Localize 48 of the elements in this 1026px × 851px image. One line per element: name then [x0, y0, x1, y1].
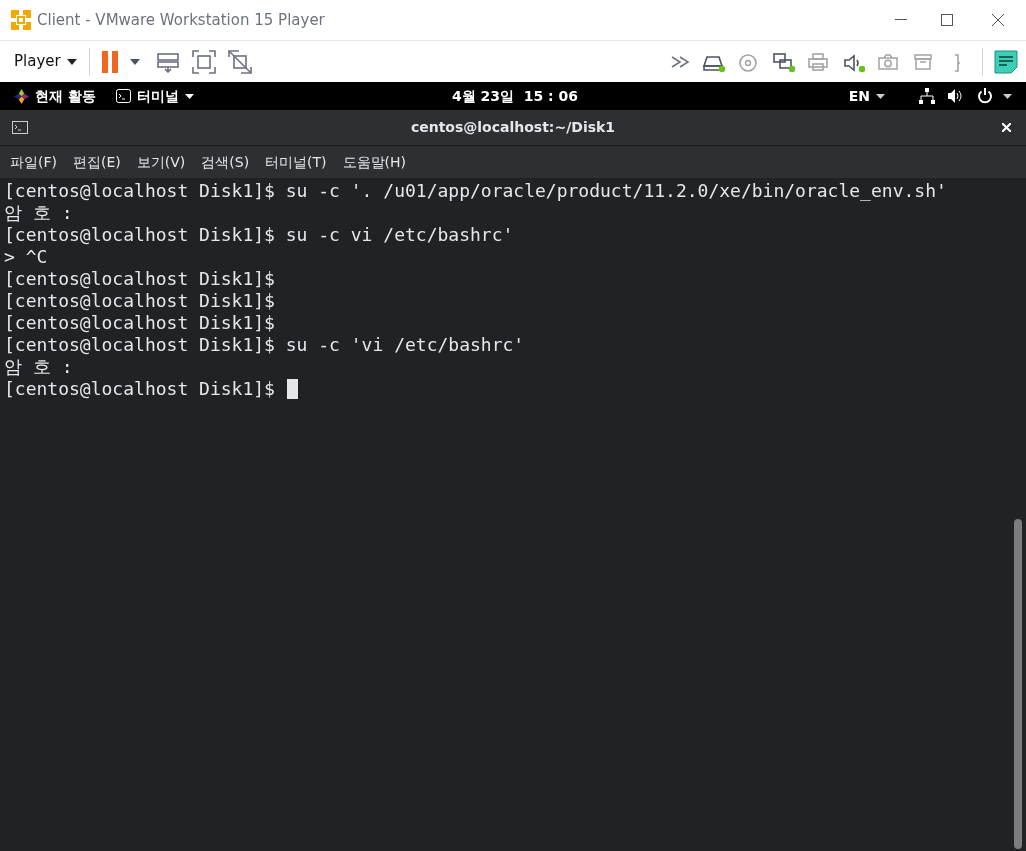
menu-item[interactable]: 도움말(H)	[336, 151, 413, 173]
terminal-line: [centos@localhost Disk1]$	[4, 378, 276, 400]
terminal-line: [centos@localhost Disk1]$ su -c '. /u01/app/oracle/product/11.2.0/xe/bin/oracle_env.sh'	[4, 180, 947, 202]
terminal-icon	[115, 89, 131, 103]
caret-icon	[184, 93, 194, 99]
pause-icon[interactable]	[101, 50, 120, 73]
language-menu[interactable]: EN	[848, 85, 885, 107]
terminal-icon	[12, 121, 28, 134]
close-icon	[992, 14, 1004, 26]
maximize-icon	[941, 14, 953, 26]
activities-button[interactable]: 현재 활동	[35, 85, 96, 107]
power-icon	[977, 88, 993, 104]
scrollbar-thumb[interactable]	[1014, 519, 1022, 849]
terminal-line: [centos@localhost Disk1]$	[4, 312, 275, 334]
terminal-line: [centos@localhost Disk1]$ su -c vi /etc/bashrc'	[4, 224, 514, 246]
send-keys-icon[interactable]	[155, 50, 180, 73]
terminal-line: [centos@localhost Disk1]$	[4, 268, 275, 290]
network-icon[interactable]	[772, 50, 796, 73]
menu-item[interactable]: 파일(F)	[4, 151, 63, 173]
power-menu[interactable]	[977, 88, 1012, 104]
distro-logo-icon	[14, 88, 29, 104]
terminal-line: 암 호 :	[4, 356, 73, 378]
minimize-icon	[895, 19, 907, 21]
menu-item[interactable]: 편집(E)	[67, 151, 127, 173]
window-title: Client - VMware Workstation 15 Player	[37, 9, 325, 31]
menu-item[interactable]: 터미널(T)	[259, 151, 333, 173]
terminal-line: 암 호 :	[4, 202, 73, 224]
player-menu[interactable]: Player	[14, 50, 89, 73]
terminal-line: > ^C	[4, 246, 48, 268]
caret-icon	[1003, 93, 1012, 99]
app-logo-icon	[10, 9, 32, 31]
note-icon[interactable]	[994, 49, 1018, 74]
volume-icon[interactable]	[947, 88, 963, 104]
caret-icon[interactable]	[129, 58, 140, 65]
app-menu[interactable]: 터미널	[115, 85, 194, 107]
unity-off-icon[interactable]	[227, 49, 252, 74]
network-icon[interactable]	[919, 88, 935, 104]
caret-icon	[66, 58, 77, 65]
fullscreen-icon[interactable]	[191, 49, 216, 74]
chevrons-icon[interactable]	[671, 55, 691, 68]
close-icon	[1001, 123, 1011, 132]
menu-item[interactable]: 보기(V)	[130, 151, 192, 173]
menu-item[interactable]: 검색(S)	[195, 151, 256, 173]
terminal-line: [centos@localhost Disk1]$ su -c 'vi /etc/bashrc'	[4, 334, 525, 356]
terminal-title: centos@localhost:~/Disk1	[409, 118, 617, 137]
terminal-line: [centos@localhost Disk1]$	[4, 290, 275, 312]
caret-icon	[876, 93, 885, 99]
clock[interactable]: 4월 23일 15 : 06	[451, 85, 579, 107]
